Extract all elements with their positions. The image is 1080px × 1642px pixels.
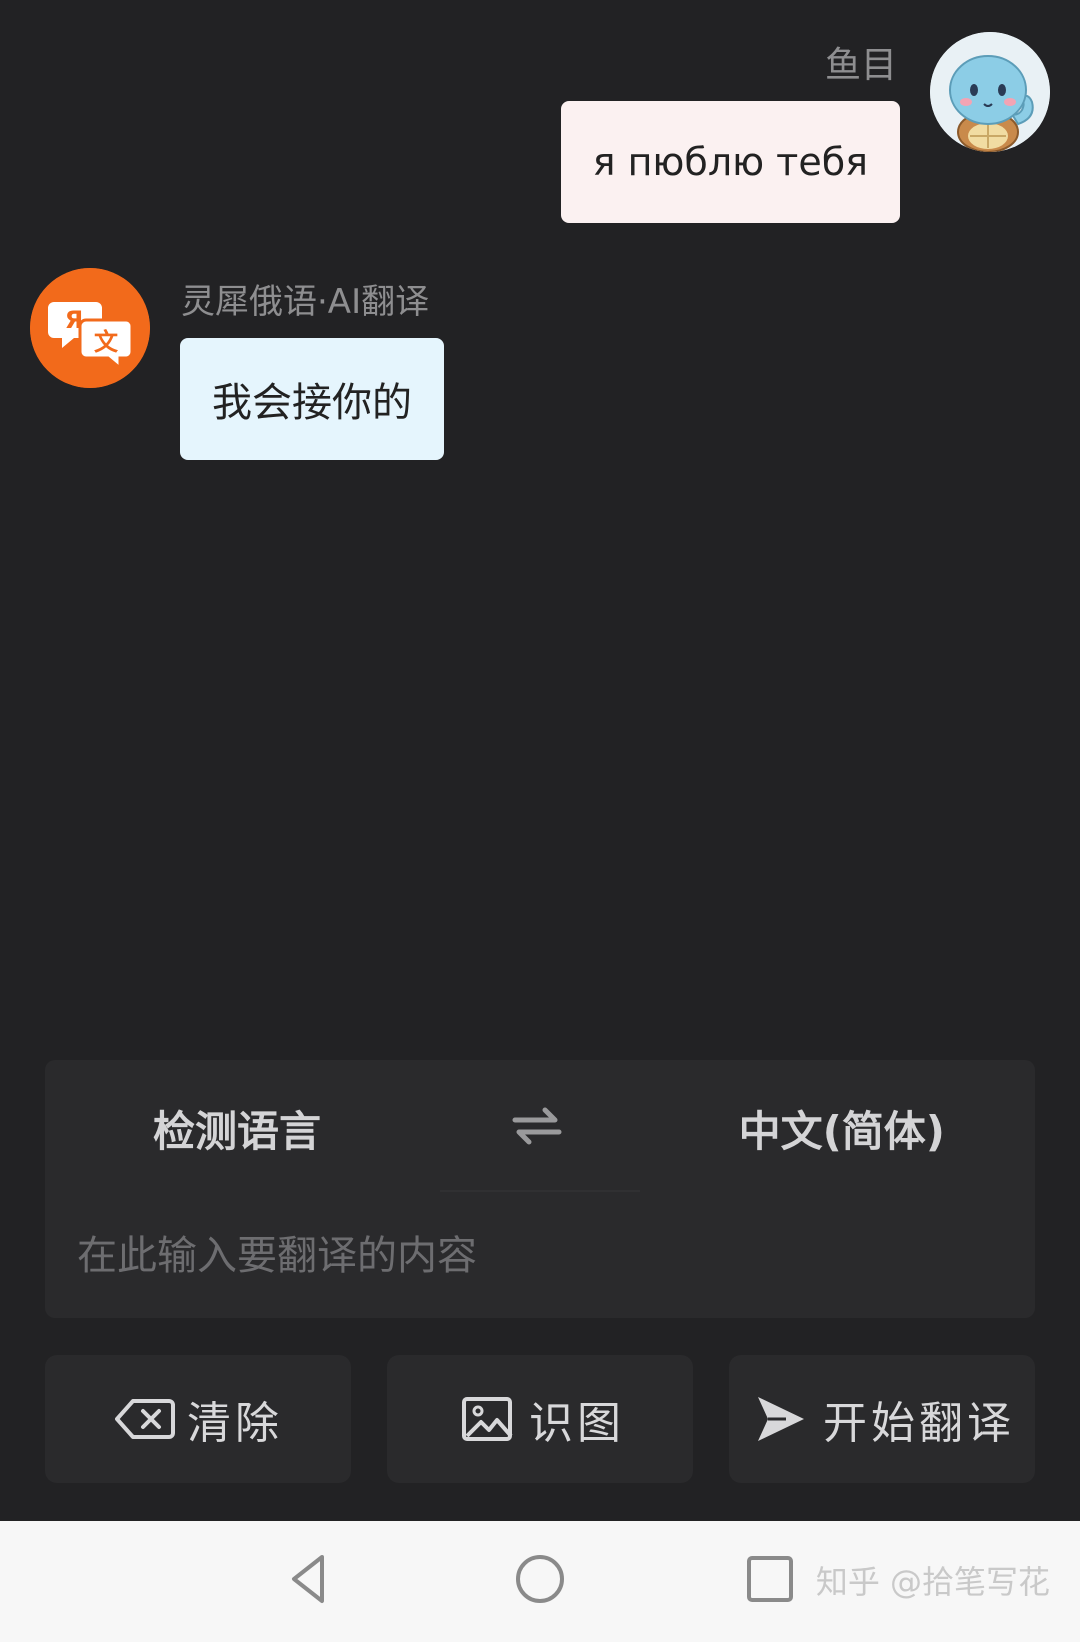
user-avatar[interactable]: [930, 32, 1050, 152]
clear-button-label: 清除: [187, 1398, 283, 1449]
translate-text-input[interactable]: [75, 1220, 1009, 1292]
start-translate-button[interactable]: 开始翻译: [729, 1355, 1035, 1483]
back-triangle-icon[interactable]: [280, 1549, 340, 1609]
translator-screen: 鱼目 я пюблю тебя Я 文 灵犀俄语·AI翻译 我会接你的 检测语言…: [0, 0, 1080, 1642]
user-name: 鱼目: [824, 45, 897, 86]
target-language-selector[interactable]: 中文(简体): [739, 1098, 945, 1159]
start-translate-button-label: 开始翻译: [823, 1398, 1015, 1449]
backspace-x-icon: [113, 1394, 177, 1444]
swap-arrows-icon[interactable]: [511, 1106, 563, 1146]
bot-avatar-glyph-ya: Я: [65, 306, 83, 334]
bot-avatar[interactable]: Я 文: [30, 268, 150, 388]
image-recognition-button[interactable]: 识图: [387, 1355, 693, 1483]
system-nav-bar: 知乎 @拾笔写花: [0, 1521, 1080, 1642]
recent-apps-square-icon[interactable]: [740, 1549, 800, 1609]
source-language-selector[interactable]: 检测语言: [153, 1098, 321, 1159]
bot-message-bubble[interactable]: 我会接你的: [180, 338, 444, 460]
image-icon: [455, 1394, 519, 1444]
user-message-bubble[interactable]: я пюблю тебя: [560, 101, 900, 223]
image-recognition-button-label: 识图: [529, 1398, 625, 1449]
translate-input-panel: 检测语言 中文(简体): [45, 1060, 1035, 1318]
clear-button[interactable]: 清除: [45, 1355, 351, 1483]
bot-name: 灵犀俄语·AI翻译: [181, 282, 430, 322]
bot-avatar-glyph-wen: 文: [94, 328, 119, 356]
translate-bubbles-icon: Я 文: [30, 268, 150, 388]
send-arrow-icon: [749, 1394, 813, 1444]
squirtle-avatar-icon: [930, 32, 1050, 152]
watermark: 知乎 @拾笔写花: [815, 1563, 1050, 1601]
chat-area: 鱼目 я пюблю тебя Я 文 灵犀俄语·AI翻译 我会接你的: [0, 0, 1080, 1060]
home-circle-icon[interactable]: [510, 1549, 570, 1609]
bot-message-text: 我会接你的: [212, 380, 412, 426]
user-message-text: я пюблю тебя: [592, 140, 868, 184]
divider: [440, 1190, 640, 1192]
